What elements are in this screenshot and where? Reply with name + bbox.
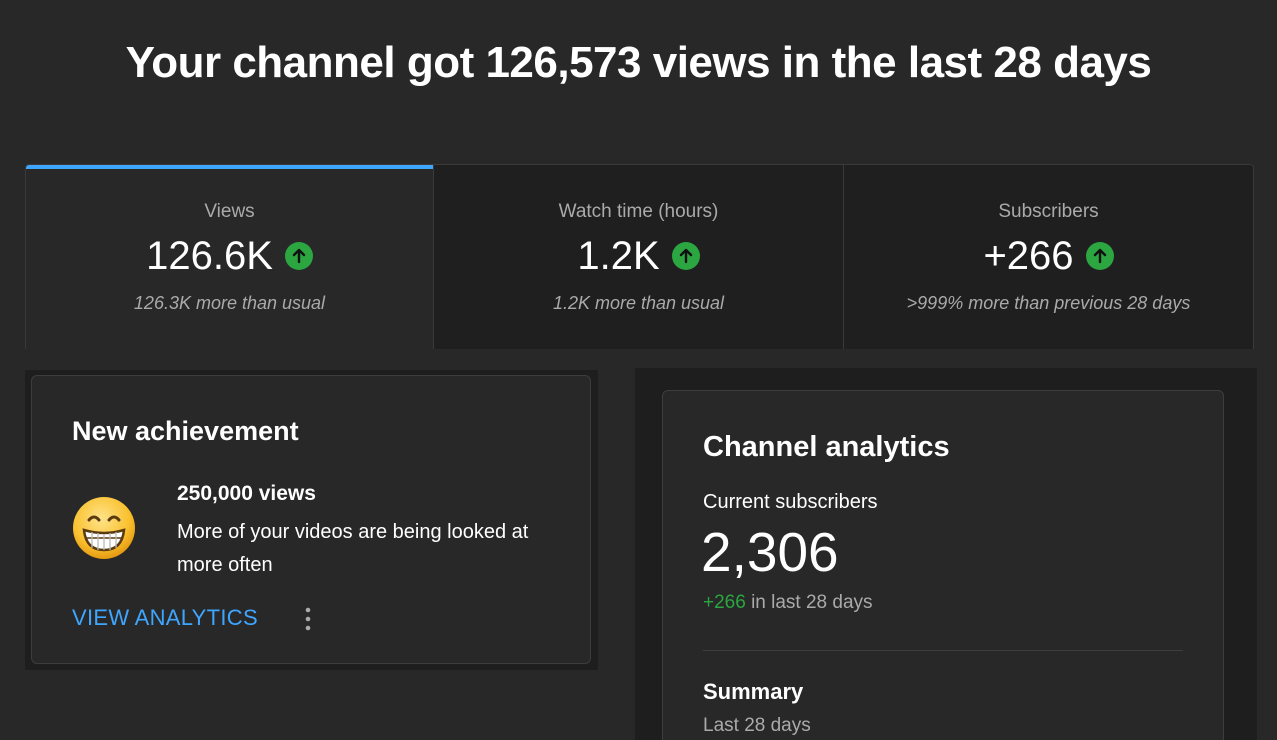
tab-label: Subscribers <box>998 201 1099 222</box>
summary-title: Summary <box>703 679 804 704</box>
more-vert-icon[interactable] <box>298 604 318 634</box>
current-subscribers-count: 2,306 <box>701 521 839 583</box>
achievement-card: New achievement 250,000 views More of yo… <box>31 375 591 664</box>
channel-analytics-card: Channel analytics Current subscribers 2,… <box>662 390 1224 740</box>
achievement-title: New achievement <box>72 416 299 446</box>
tab-value-row: 1.2K <box>434 231 843 281</box>
tab-value: 1.2K <box>577 234 660 278</box>
arrow-up-circle-icon <box>1085 242 1114 270</box>
grinning-face-emoji-icon <box>73 497 135 559</box>
arrow-up-circle-icon <box>671 242 700 270</box>
tab-label: Watch time (hours) <box>558 201 719 222</box>
analytics-title: Channel analytics <box>703 431 950 463</box>
metric-tabs: Views 126.6K 126.3K more than usual Watc… <box>25 164 1254 349</box>
achievement-headline: 250,000 views <box>177 482 316 505</box>
tab-label: Views <box>204 201 255 222</box>
tab-value: 126.6K <box>146 234 273 278</box>
subscriber-delta-row: +266 in last 28 days <box>703 592 873 614</box>
tab-note: 126.3K more than usual <box>133 293 326 313</box>
summary-period: Last 28 days <box>703 715 811 736</box>
tab-value-row: 126.6K <box>26 231 433 281</box>
studio-dashboard: Your channel got 126,573 views in the la… <box>0 0 1277 740</box>
tab-watch-time[interactable]: Watch time (hours) 1.2K 1.2K more than u… <box>434 165 844 349</box>
tab-note: 1.2K more than usual <box>552 293 725 313</box>
view-analytics-button[interactable]: VIEW ANALYTICS <box>72 605 258 631</box>
subscriber-delta: +266 <box>703 592 746 613</box>
tab-note: >999% more than previous 28 days <box>906 293 1191 313</box>
achievement-description: More of your videos are being looked at … <box>177 521 529 576</box>
page-headline: Your channel got 126,573 views in the la… <box>125 38 1152 87</box>
tab-views[interactable]: Views 126.6K 126.3K more than usual <box>26 165 434 349</box>
tab-value-row: +266 <box>844 231 1253 281</box>
arrow-up-circle-icon <box>284 242 313 270</box>
divider <box>703 650 1183 651</box>
current-subscribers-label: Current subscribers <box>703 491 878 513</box>
tab-value: +266 <box>983 234 1074 278</box>
tab-subscribers[interactable]: Subscribers +266 >999% more than previou… <box>844 165 1253 349</box>
subscriber-delta-suffix: in last 28 days <box>751 592 873 613</box>
